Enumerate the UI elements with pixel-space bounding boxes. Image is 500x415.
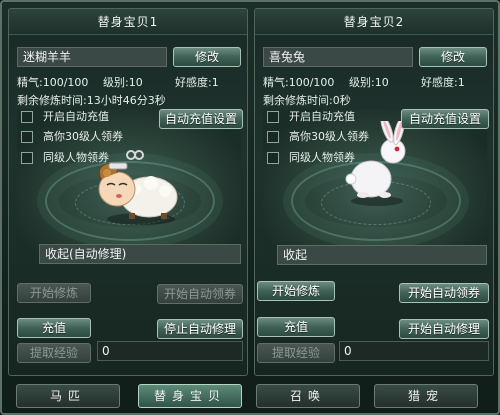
start-training-button[interactable]: 开始修炼 (17, 283, 91, 303)
start-auto-coupon-button[interactable]: 开始自动领券 (399, 283, 489, 303)
pet-window: 替身宝贝1 迷糊羊羊 修改 精气:100/100 级别:10 好感度:1 剩余修… (0, 0, 500, 415)
start-auto-repair-button[interactable]: 开始自动修理 (399, 319, 489, 339)
tab-horse[interactable]: 马匹 (16, 384, 120, 408)
pet-stats: 精气:100/100 级别:10 好感度:1 (263, 75, 487, 91)
level-stat: 级别:10 (349, 76, 389, 89)
recharge-button[interactable]: 充值 (257, 317, 335, 337)
rename-button[interactable]: 修改 (419, 47, 487, 67)
checkbox-same-level-coupon[interactable]: 同级人物领券 (267, 151, 397, 165)
energy-stat: 精气:100/100 (17, 76, 89, 89)
checkbox-same-level-coupon[interactable]: 同级人物领券 (21, 151, 151, 165)
auto-recharge-settings-button[interactable]: 自动充值设置 (159, 109, 243, 129)
panel-title: 替身宝贝2 (255, 9, 493, 35)
level-stat: 级别:10 (103, 76, 143, 89)
pet-stats: 精气:100/100 级别:10 好感度:1 (17, 75, 241, 91)
checkbox-higher-level-coupon[interactable]: 高你30级人领券 (267, 130, 397, 144)
stand-in-pet-panel-2: 替身宝贝2 喜兔兔 修改 精气:100/100 级别:10 好感度:1 剩余修炼… (254, 8, 494, 376)
start-auto-coupon-button[interactable]: 开始自动领券 (157, 284, 243, 304)
recharge-button[interactable]: 充值 (17, 318, 91, 338)
pet-name-field: 喜兔兔 (263, 47, 413, 67)
checkbox-auto-recharge[interactable]: 开启自动充值 (21, 110, 151, 124)
tab-summon[interactable]: 召唤 (256, 384, 360, 408)
start-training-button[interactable]: 开始修炼 (257, 281, 335, 301)
energy-stat: 精气:100/100 (263, 76, 335, 89)
extract-exp-button[interactable]: 提取经验 (17, 343, 91, 363)
status-field: 收起 (277, 245, 487, 265)
tab-hunt-pet[interactable]: 猎宠 (374, 384, 478, 408)
remaining-time: 剩余修炼时间:0秒 (263, 94, 351, 107)
affinity-stat: 好感度:1 (175, 76, 219, 89)
exp-value: 0 (97, 341, 243, 361)
remaining-time: 剩余修炼时间:13小时46分3秒 (17, 94, 166, 107)
exp-value: 0 (339, 341, 489, 361)
status-field: 收起(自动修理) (39, 244, 241, 264)
extract-exp-button[interactable]: 提取经验 (257, 343, 335, 363)
tab-stand-in-pet[interactable]: 替身宝贝 (138, 384, 242, 408)
bottom-tab-bar: 马匹 替身宝贝 召唤 猎宠 (2, 380, 500, 415)
checkbox-auto-recharge[interactable]: 开启自动充值 (267, 110, 397, 124)
panel-title: 替身宝贝1 (9, 9, 247, 35)
stop-auto-repair-button[interactable]: 停止自动修理 (157, 319, 243, 339)
rename-button[interactable]: 修改 (173, 47, 241, 67)
affinity-stat: 好感度:1 (421, 76, 465, 89)
auto-recharge-settings-button[interactable]: 自动充值设置 (401, 109, 489, 129)
checkbox-higher-level-coupon[interactable]: 高你30级人领券 (21, 130, 151, 144)
stand-in-pet-panel-1: 替身宝贝1 迷糊羊羊 修改 精气:100/100 级别:10 好感度:1 剩余修… (8, 8, 248, 376)
pet-name-field: 迷糊羊羊 (17, 47, 167, 67)
